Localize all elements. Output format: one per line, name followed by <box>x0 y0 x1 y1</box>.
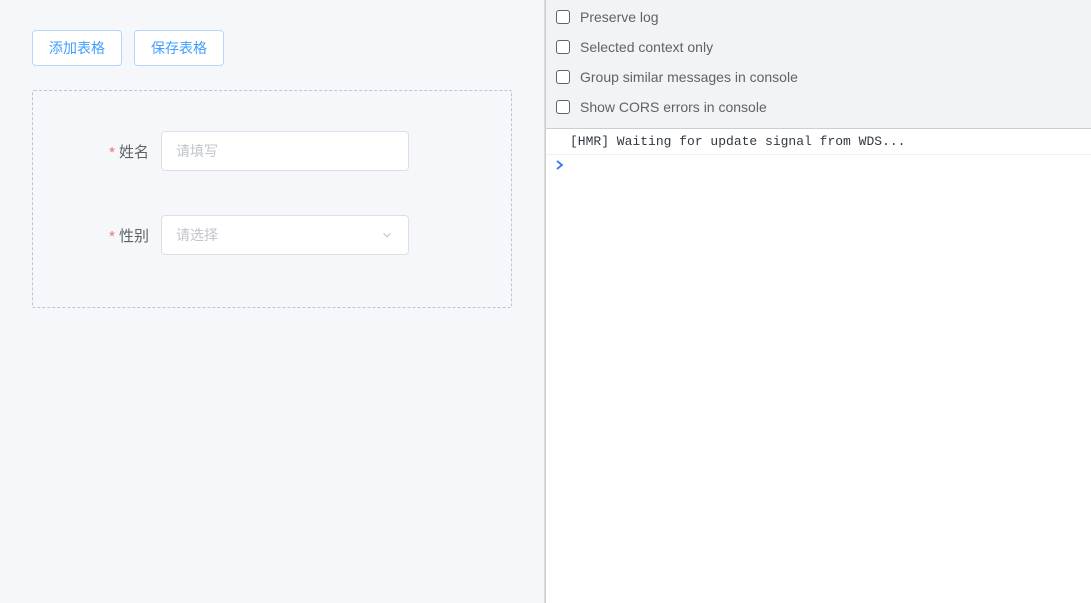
name-input-wrap <box>161 131 409 171</box>
name-input[interactable] <box>161 131 409 171</box>
checkbox-icon[interactable] <box>556 70 570 84</box>
option-show-cors[interactable]: Show CORS errors in console <box>546 92 1091 122</box>
console-settings: Preserve log Selected context only Group… <box>546 0 1091 129</box>
gender-label-text: 性别 <box>119 228 149 245</box>
save-table-button[interactable]: 保存表格 <box>134 30 224 66</box>
app-left-pane: 添加表格 保存表格 *姓名 *性别 请选择 <box>0 0 545 603</box>
chevron-down-icon <box>380 228 394 242</box>
form-row-name: *姓名 <box>61 131 483 171</box>
toolbar: 添加表格 保存表格 <box>0 0 544 66</box>
required-mark: * <box>109 144 115 161</box>
add-table-button[interactable]: 添加表格 <box>32 30 122 66</box>
option-label: Preserve log <box>580 9 659 25</box>
option-label: Group similar messages in console <box>580 69 798 85</box>
gender-placeholder: 请选择 <box>176 225 218 245</box>
console-prompt[interactable] <box>546 155 1091 178</box>
chevron-right-icon <box>556 160 564 170</box>
console-log-line: [HMR] Waiting for update signal from WDS… <box>546 129 1091 155</box>
option-label: Selected context only <box>580 39 713 55</box>
name-label: *姓名 <box>61 141 161 162</box>
gender-select-wrap: 请选择 <box>161 215 409 255</box>
form-row-gender: *性别 请选择 <box>61 215 483 255</box>
console-body: [HMR] Waiting for update signal from WDS… <box>546 129 1091 603</box>
gender-select[interactable]: 请选择 <box>161 215 409 255</box>
devtools-pane: Preserve log Selected context only Group… <box>545 0 1091 603</box>
name-label-text: 姓名 <box>119 144 149 161</box>
form-card: *姓名 *性别 请选择 <box>32 90 512 308</box>
scrollbar-gutter <box>530 0 544 603</box>
gender-label: *性别 <box>61 225 161 246</box>
required-mark: * <box>109 228 115 245</box>
checkbox-icon[interactable] <box>556 100 570 114</box>
checkbox-icon[interactable] <box>556 10 570 24</box>
option-label: Show CORS errors in console <box>580 99 767 115</box>
checkbox-icon[interactable] <box>556 40 570 54</box>
option-group-similar[interactable]: Group similar messages in console <box>546 62 1091 92</box>
option-selected-context[interactable]: Selected context only <box>546 32 1091 62</box>
option-preserve-log[interactable]: Preserve log <box>546 2 1091 32</box>
